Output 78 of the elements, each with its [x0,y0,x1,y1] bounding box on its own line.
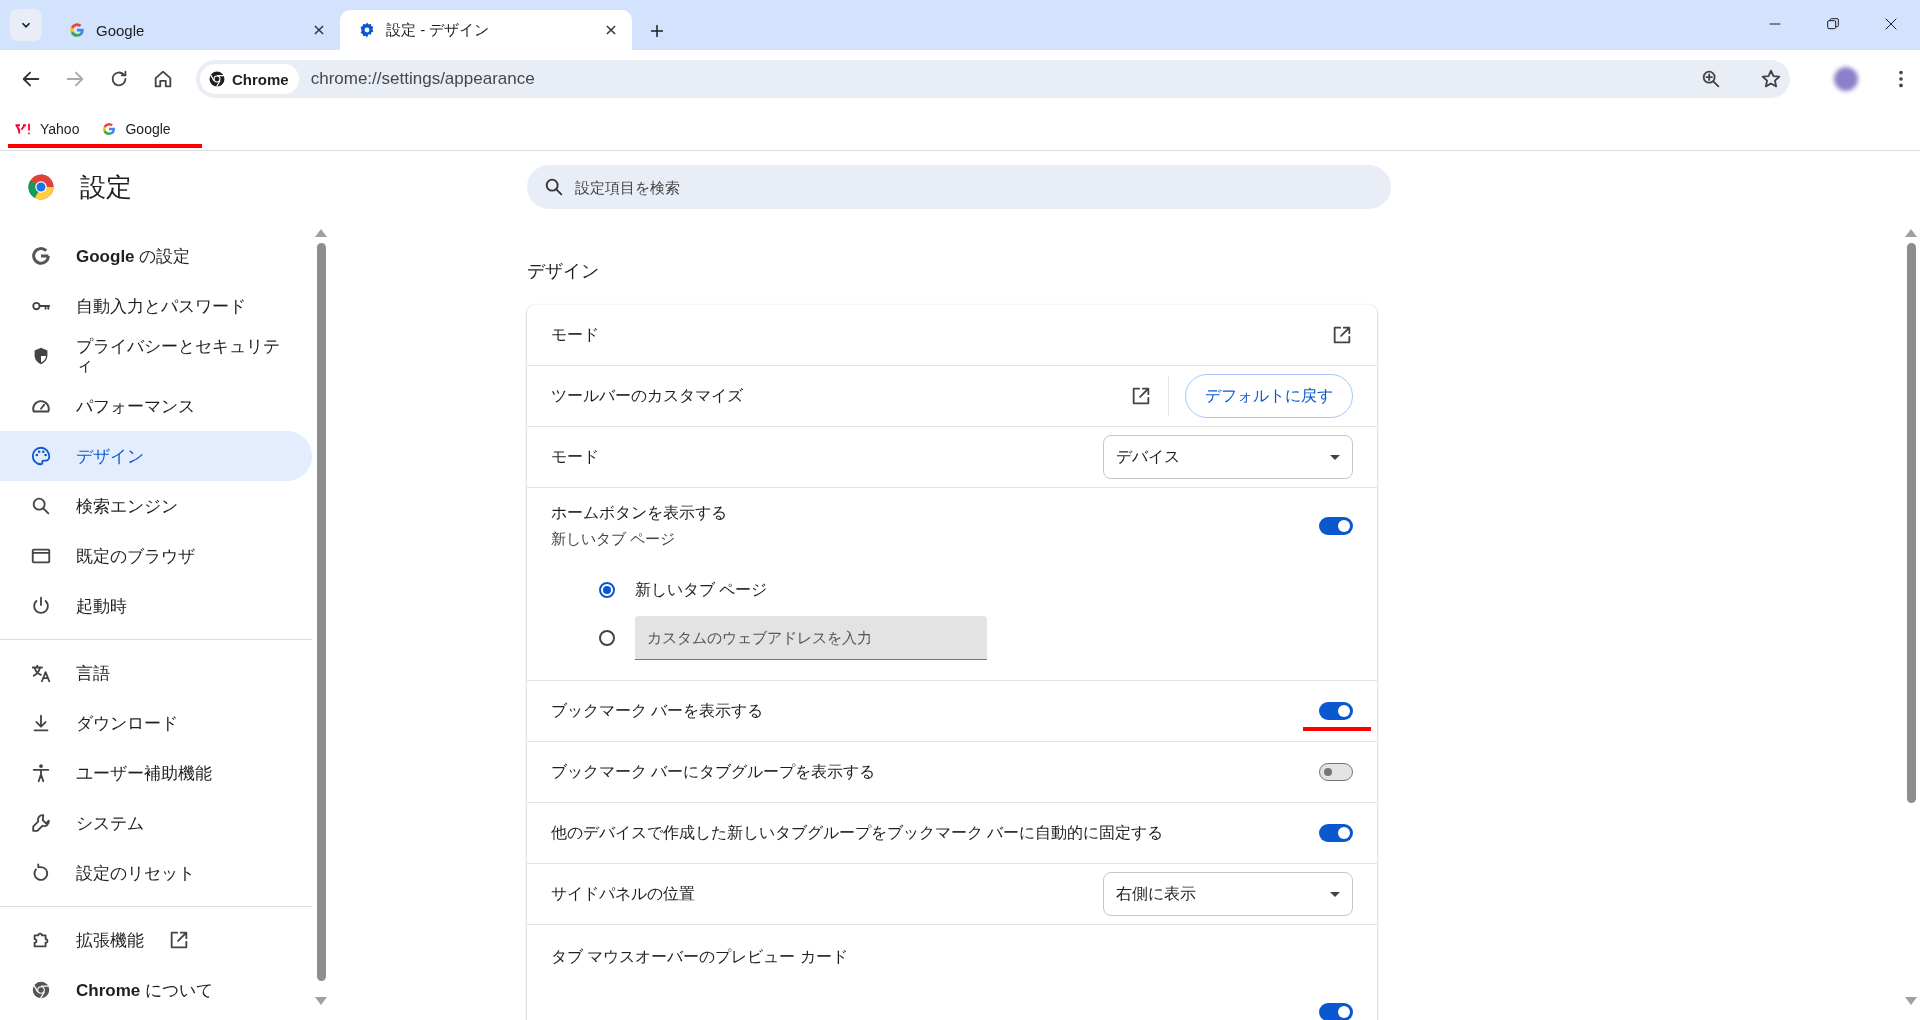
search-field[interactable]: 設定項目を検索 [527,165,1391,209]
setting-description: 新しいタブ ページ [551,530,677,549]
bookmark-item[interactable]: Google [101,121,171,137]
url-text: chrome://settings/appearance [310,69,536,89]
new-tab-icon[interactable] [648,22,666,40]
setting-label: ブックマーク バーを表示する [551,700,765,721]
dropdown[interactable]: 右側に表示 [1103,872,1353,916]
setting-label: サイドパネルの位置 [551,883,696,904]
close-icon[interactable] [312,23,326,37]
scrollbar-thumb[interactable] [317,243,326,981]
setting-label: モード [551,324,600,345]
setting-label: モード [551,446,600,467]
caret-icon [1330,891,1340,897]
reset-button[interactable]: デフォルトに戻す [1185,374,1353,418]
page-title: 設定 [80,170,132,204]
section-title: デザイン [527,260,600,283]
palette-icon [30,445,52,467]
sidebar-item[interactable]: デザイン [0,431,312,481]
home-icon[interactable] [152,68,174,90]
sidebar-item[interactable]: 既定のブラウザ [0,531,312,581]
accessibility-icon [30,762,52,784]
setting-label: ブックマーク バーにタブグループを表示する [551,761,877,782]
google-logo-icon [68,21,86,39]
toggle-switch[interactable] [1319,763,1353,781]
search-icon [30,495,52,517]
google-logo-icon [101,121,118,137]
toggle-switch[interactable] [1319,702,1353,720]
site-chip[interactable]: Chrome [200,64,299,94]
browser-tab[interactable]: Google [50,10,340,50]
scroll-down-icon[interactable] [1905,997,1917,1005]
bookmark-item[interactable]: Yahoo [14,120,80,138]
setting-label: ツールバーのカスタマイズ [551,385,744,406]
setting-label: 他のデバイスで作成した新しいタブグループをブックマーク バーに自動的に固定する [551,822,1165,843]
toggle-switch[interactable] [1319,1003,1353,1020]
toggle-switch[interactable] [1319,824,1353,842]
sidebar-item[interactable]: Chrome について [0,965,312,1015]
dropdown[interactable]: デバイス [1103,435,1353,479]
scroll-down-icon[interactable] [315,997,327,1005]
restore-icon[interactable] [1825,16,1841,32]
toggle-switch[interactable] [1319,517,1353,535]
sidebar-item[interactable]: 自動入力とパスワード [0,281,312,331]
external-link-icon[interactable] [1130,385,1152,407]
sidebar-item[interactable]: 言語 [0,648,312,698]
browser-tab[interactable]: 設定 - デザイン [340,10,632,50]
avatar-icon[interactable] [1834,67,1858,91]
wrench-icon [30,812,52,834]
external-link-icon [168,929,190,951]
sidebar-item[interactable]: 設定のリセット [0,848,312,898]
external-link-icon[interactable] [1331,324,1353,346]
sidebar-item[interactable]: ユーザー補助機能 [0,748,312,798]
sidebar-item[interactable]: 起動時 [0,581,312,631]
power-icon [30,595,52,617]
chrome-logo-icon [26,172,56,202]
sidebar-item[interactable]: Google の設定 [0,231,312,281]
sidebar-item[interactable]: システム [0,798,312,848]
translate-icon [30,662,52,684]
chrome-icon [30,979,52,1001]
url-input-field[interactable]: カスタムのウェブアドレスを入力 [635,616,987,660]
sidebar-item[interactable]: ダウンロード [0,698,312,748]
close-icon[interactable] [604,23,618,37]
setting-label: タブ マウスオーバーのプレビュー カード [551,947,849,967]
close-icon[interactable] [1883,16,1899,32]
address-bar[interactable]: Chrome chrome://settings/appearance [196,60,1790,98]
radio-button[interactable] [599,582,615,598]
radio-button[interactable] [599,630,615,646]
radio-label: 新しいタブ ページ [635,579,768,600]
zoom-in-icon[interactable] [1700,68,1722,90]
sidebar-item[interactable]: 拡張機能 [0,915,312,965]
google-icon [30,245,52,267]
sidebar-item[interactable]: プライバシーとセキュリティ [0,331,312,381]
star-icon[interactable] [1760,68,1782,90]
gear-icon [358,21,376,39]
setting-label: ホームボタンを表示する [551,503,728,523]
scrollbar-thumb[interactable] [1907,243,1916,803]
chrome-icon [208,70,226,88]
sidebar-item[interactable]: 検索エンジン [0,481,312,531]
sidebar-item[interactable]: パフォーマンス [0,381,312,431]
caret-icon [1330,454,1340,460]
